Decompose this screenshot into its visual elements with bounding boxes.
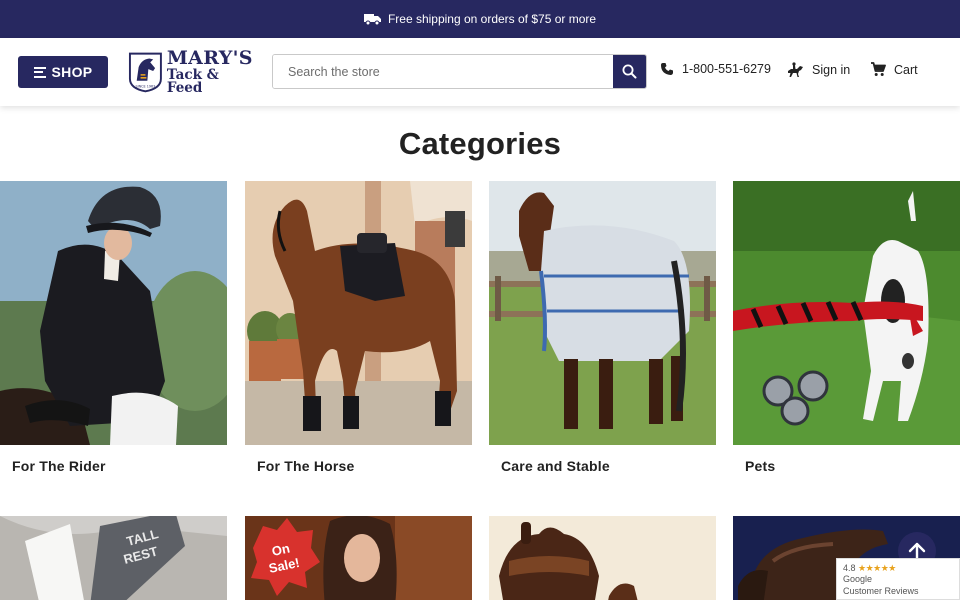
phone-link[interactable]: 1-800-551-6279 [660, 62, 771, 76]
badge-line1: Google [843, 574, 873, 585]
hamburger-icon [33, 66, 46, 78]
review-rating: 4.8 [843, 563, 856, 573]
search-button[interactable] [613, 55, 646, 88]
announcement-bar: Free shipping on orders of $75 or more [0, 0, 960, 38]
category-label: Pets [745, 458, 776, 474]
category-tile-rider[interactable]: For The Rider [0, 181, 227, 474]
search-input[interactable] [273, 55, 613, 88]
saddled-horse-photo [245, 181, 472, 445]
logo-subname: Tack & Feed [166, 66, 219, 96]
category-tile-row2-3[interactable] [489, 516, 716, 600]
sign-in-label: Sign in [812, 63, 851, 77]
category-tile-horse[interactable]: For The Horse [245, 181, 472, 474]
western-saddle-photo [489, 516, 716, 600]
sale-model-photo: On Sale! [245, 516, 472, 600]
phone-icon [661, 63, 673, 75]
socks-photo: TALL REST [0, 516, 227, 600]
site-logo[interactable]: SINCE 1963 MARY'S Tack & Feed [128, 46, 256, 96]
horse-rider-icon [788, 62, 803, 77]
horse-head-logo-icon: SINCE 1963 [128, 52, 162, 93]
page-title: Categories [398, 126, 562, 161]
cart-label: Cart [894, 62, 918, 77]
badge-line2: Customer Reviews [843, 585, 919, 596]
shop-button-label: SHOP [51, 64, 93, 80]
logo-name: MARY'S [166, 46, 253, 69]
logo-seal-text: SINCE 1963 [136, 84, 156, 88]
category-tile-row2-2[interactable]: On Sale! [245, 516, 472, 600]
category-label: For The Rider [12, 458, 106, 474]
sign-in-link[interactable]: Sign in [786, 62, 850, 78]
site-header: SHOP SINCE 1963 MARY'S Tack & Feed 1-800… [0, 38, 960, 106]
dog-rope-toy-photo [733, 181, 960, 445]
cart-link[interactable]: Cart [870, 62, 918, 77]
horse-fly-sheet-photo [489, 181, 716, 445]
google-reviews-badge[interactable]: 4.8 ★★★★★ Google Customer Reviews [836, 558, 960, 600]
category-tile-row2-1[interactable]: TALL REST [0, 516, 227, 600]
shop-menu-button[interactable]: SHOP [18, 56, 108, 88]
category-label: For The Horse [257, 458, 355, 474]
announcement-text: Free shipping on orders of $75 or more [387, 12, 597, 26]
search-icon [622, 64, 637, 79]
category-label: Care and Stable [501, 458, 610, 474]
truck-icon [363, 14, 381, 26]
category-tile-care-stable[interactable]: Care and Stable [489, 181, 716, 474]
rider-photo [0, 181, 227, 445]
search-bar [272, 54, 647, 89]
cart-icon [871, 62, 886, 76]
category-tile-pets[interactable]: Pets [733, 181, 960, 474]
phone-number: 1-800-551-6279 [682, 62, 771, 76]
star-rating-icon: ★★★★★ [858, 563, 896, 573]
